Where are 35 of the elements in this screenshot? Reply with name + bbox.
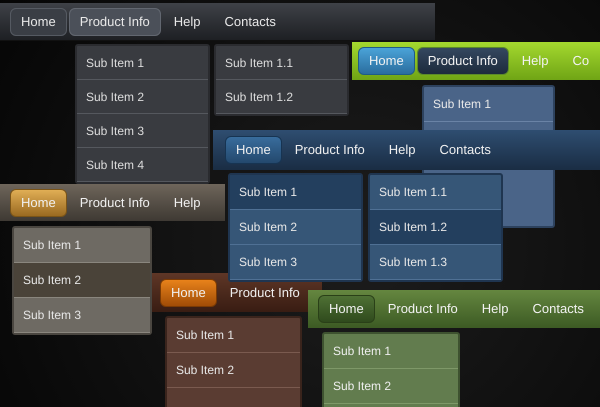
menu-item[interactable]: Home <box>160 278 217 306</box>
menu-item[interactable]: Product Info <box>416 47 509 75</box>
dropdown-item[interactable]: Sub Item 2 <box>230 210 361 245</box>
menu-item[interactable]: Contacts <box>428 136 502 164</box>
dropdown-item[interactable]: Sub Item 3 <box>77 114 208 148</box>
dropdown-item[interactable]: Sub Item 1 <box>230 175 361 210</box>
menu-item[interactable]: Help <box>470 295 520 323</box>
dropdown-item[interactable]: Sub Item 2 <box>167 353 300 388</box>
menu-item[interactable]: Contacts <box>214 8 287 36</box>
menu-item[interactable]: Product Info <box>68 188 161 216</box>
menu-item[interactable]: Product Info <box>284 136 376 164</box>
dropdown-item[interactable]: Sub Item 2 <box>324 369 458 404</box>
dropdown-item[interactable]: Sub Item 1 <box>324 334 458 369</box>
menu-item[interactable]: Help <box>162 188 212 216</box>
menu-item[interactable]: Home <box>318 295 375 323</box>
dropdown-item[interactable]: Sub Item 1 <box>77 46 208 80</box>
menu-item[interactable]: Help <box>162 8 212 36</box>
dropdown-item[interactable]: Sub Item 1.2 <box>370 210 501 245</box>
dropdown-item[interactable]: Sub Item 1.2 <box>216 80 347 114</box>
dropdown-item[interactable]: Sub Item 4 <box>77 148 208 182</box>
dropdown-item[interactable]: Sub Item 3 <box>14 298 150 333</box>
menu-item[interactable]: Contacts <box>522 295 595 323</box>
dropdown-item[interactable]: Sub Item 1 <box>167 318 300 353</box>
dropdown-item[interactable]: Sub Item 1 <box>424 87 553 122</box>
menu-item[interactable]: Home <box>10 8 67 36</box>
dropdown-item[interactable]: Sub Item 3 <box>230 245 361 280</box>
dropdown-item[interactable]: Sub Item 1.3 <box>370 245 501 280</box>
menu-item[interactable]: Home <box>225 136 282 164</box>
menu-item[interactable]: Product Info <box>68 8 161 36</box>
menu-item[interactable]: Product Info <box>376 295 469 323</box>
menu-item[interactable]: Product Info <box>218 278 311 306</box>
dropdown-item[interactable]: Sub Item 2 <box>14 263 150 298</box>
dropdown-item[interactable]: Sub Item 2 <box>77 80 208 114</box>
dropdown-item[interactable]: Sub Item 1.1 <box>216 46 347 80</box>
menu-item[interactable]: Help <box>378 136 427 164</box>
